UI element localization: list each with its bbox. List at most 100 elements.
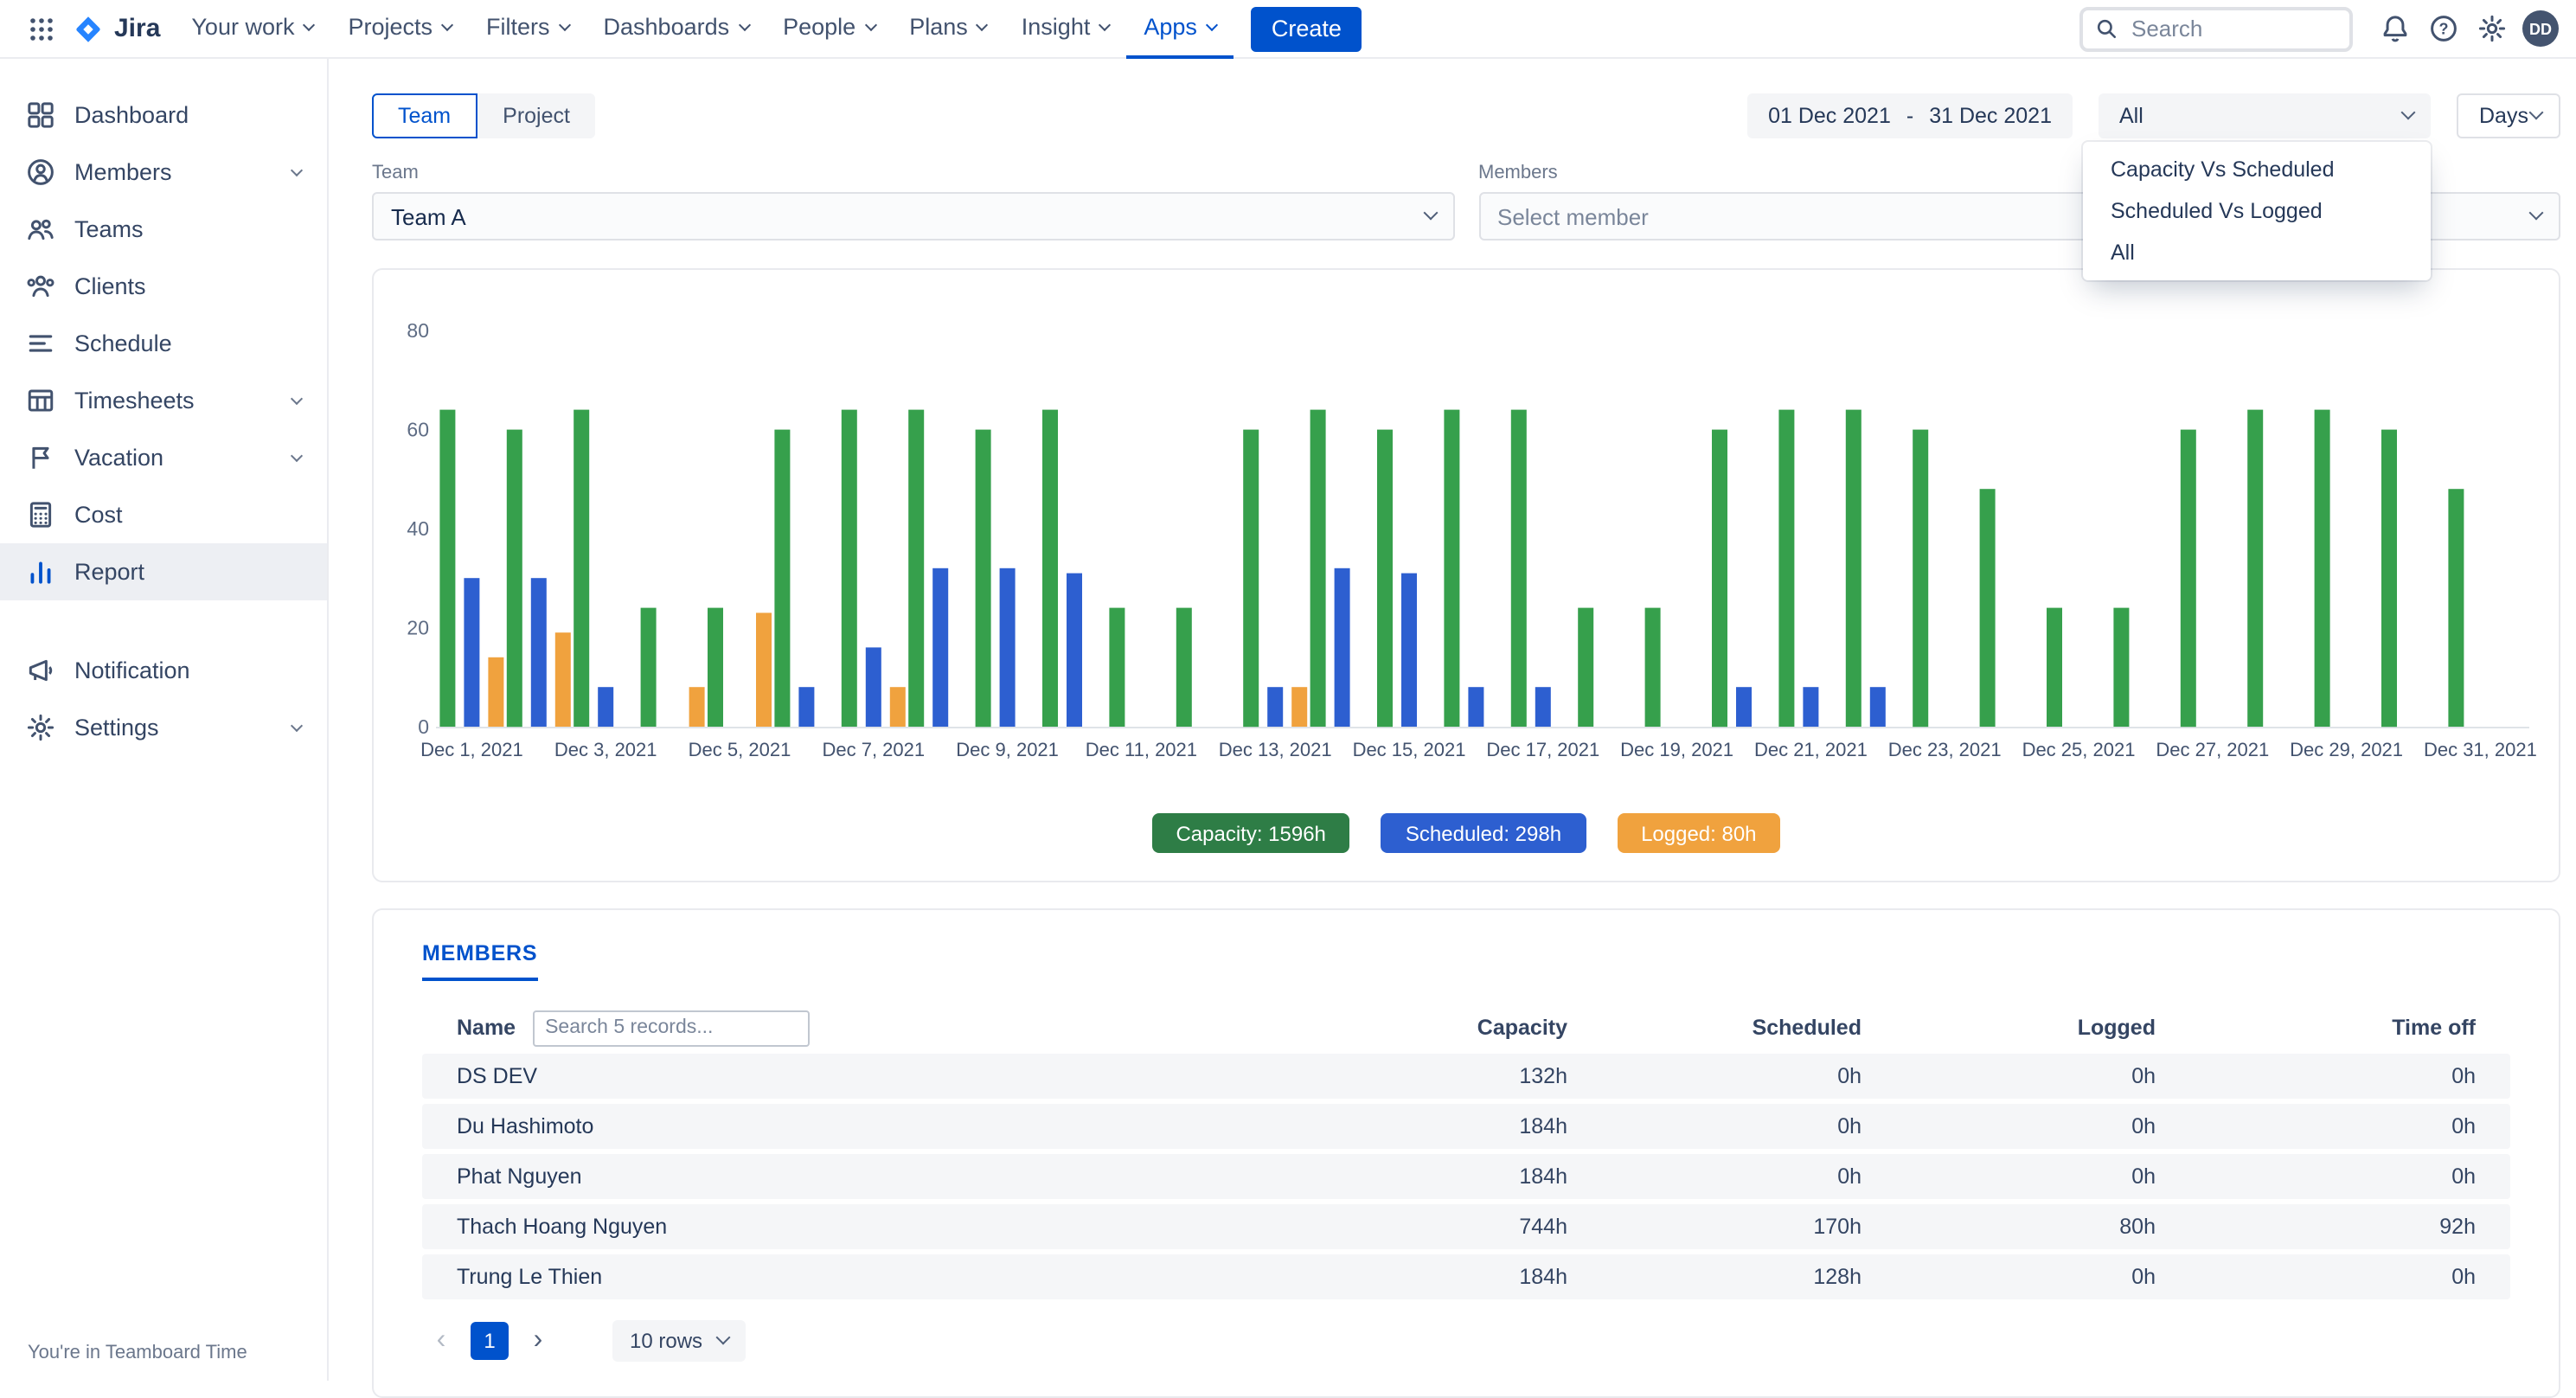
nav-item-people[interactable]: People bbox=[766, 0, 892, 58]
view-toggle: Team Project bbox=[372, 93, 596, 138]
chevron-down-icon bbox=[738, 19, 750, 31]
x-axis-tick-label: Dec 27, 2021 bbox=[2156, 739, 2269, 760]
pagination: ‹ 1 › 10 rows bbox=[422, 1320, 2510, 1362]
metric-select-value: All bbox=[2119, 104, 2143, 128]
nav-item-label: Dashboards bbox=[604, 14, 730, 40]
table-row-ds-dev: DS DEV132h0h0h0h bbox=[422, 1054, 2510, 1099]
jira-logo[interactable]: Jira bbox=[66, 13, 174, 44]
sidebar-item-label: Schedule bbox=[74, 330, 172, 356]
user-avatar[interactable]: DD bbox=[2522, 10, 2559, 47]
next-page-button[interactable]: › bbox=[519, 1322, 557, 1360]
nav-item-apps[interactable]: Apps bbox=[1126, 0, 1234, 58]
cell-time_off: 0h bbox=[2156, 1064, 2476, 1088]
app-switcher-icon[interactable] bbox=[17, 4, 66, 53]
sidebar-item-clients[interactable]: Clients bbox=[0, 258, 327, 315]
sidebar-section-divider bbox=[0, 600, 327, 642]
sidebar-item-members[interactable]: Members bbox=[0, 144, 327, 201]
chevron-down-icon bbox=[441, 19, 453, 31]
cell-logged: 0h bbox=[1862, 1164, 2156, 1189]
metric-select[interactable]: All bbox=[2099, 93, 2431, 138]
dashboard-icon bbox=[26, 100, 55, 130]
bar-capacity-day-9 bbox=[976, 430, 991, 728]
x-axis-tick-label: Dec 3, 2021 bbox=[554, 739, 657, 760]
sidebar-item-schedule[interactable]: Schedule bbox=[0, 315, 327, 372]
top-navigation-bar: Jira Your workProjectsFilters Dashboards P… bbox=[0, 0, 2576, 59]
cell-scheduled: 0h bbox=[1567, 1114, 1862, 1138]
x-axis-tick-label: Dec 15, 2021 bbox=[1353, 739, 1466, 760]
cell-scheduled: 0h bbox=[1567, 1164, 1862, 1189]
x-axis-tick-label: Dec 21, 2021 bbox=[1754, 739, 1868, 760]
controls-row: Team Project 01 Dec 2021 - 31 Dec 2021 A… bbox=[372, 93, 2560, 138]
table-row-phat-nguyen: Phat Nguyen184h0h0h0h bbox=[422, 1154, 2510, 1199]
menu-option-capacity-vs-scheduled[interactable]: Capacity Vs Scheduled bbox=[2083, 149, 2431, 190]
table-search-input[interactable] bbox=[533, 1010, 810, 1046]
bar-capacity-day-6 bbox=[774, 430, 790, 728]
nav-item-filters[interactable]: Filters bbox=[469, 0, 586, 58]
project-view-button[interactable]: Project bbox=[477, 93, 596, 138]
nav-item-your-work[interactable]: Your work bbox=[174, 0, 330, 58]
date-range-start: 01 Dec 2021 bbox=[1768, 104, 1891, 128]
y-axis-tick-label: 40 bbox=[407, 517, 429, 540]
table-body: DS DEV132h0h0h0h Du Hashimoto184h0h0h0h Ph… bbox=[422, 1054, 2510, 1299]
chevron-down-icon bbox=[2529, 206, 2544, 221]
bar-capacity-day-28 bbox=[2247, 410, 2263, 727]
logo-wordmark: Jira bbox=[114, 14, 160, 43]
team-view-button[interactable]: Team bbox=[372, 93, 477, 138]
legend-capacity[interactable]: Capacity: 1596h bbox=[1151, 813, 1349, 853]
y-axis-tick-label: 80 bbox=[407, 319, 429, 342]
sidebar-item-teams[interactable]: Teams bbox=[0, 201, 327, 258]
legend-logged[interactable]: Logged: 80h bbox=[1617, 813, 1780, 853]
team-select[interactable]: Team A bbox=[372, 192, 1454, 240]
bar-capacity-day-8 bbox=[908, 410, 924, 727]
nav-item-insight[interactable]: Insight bbox=[1004, 0, 1127, 58]
notifications-bell-icon[interactable] bbox=[2370, 4, 2419, 53]
date-range-picker[interactable]: 01 Dec 2021 - 31 Dec 2021 bbox=[1747, 93, 2073, 138]
teams-icon bbox=[26, 215, 55, 244]
bar-logged-day-5 bbox=[756, 612, 772, 727]
member-name: Thach Hoang Nguyen bbox=[457, 1215, 1273, 1239]
create-button[interactable]: Create bbox=[1251, 6, 1362, 51]
nav-item-projects[interactable]: Projects bbox=[330, 0, 469, 58]
search-input[interactable] bbox=[2128, 14, 2337, 43]
settings-gear-icon[interactable] bbox=[2467, 4, 2515, 53]
bar-capacity-day-5 bbox=[708, 608, 723, 727]
tab-members[interactable]: MEMBERS bbox=[422, 941, 537, 981]
cell-capacity: 184h bbox=[1273, 1265, 1567, 1289]
bar-capacity-day-15 bbox=[1377, 430, 1393, 728]
help-icon[interactable]: ? bbox=[2419, 4, 2467, 53]
sidebar-item-settings[interactable]: Settings bbox=[0, 699, 327, 756]
y-axis-tick-label: 20 bbox=[407, 617, 429, 639]
bar-capacity-day-16 bbox=[1444, 410, 1459, 727]
bar-scheduled-day-8 bbox=[932, 568, 948, 727]
cell-logged: 0h bbox=[1862, 1064, 2156, 1088]
sidebar-item-label: Timesheets bbox=[74, 388, 195, 414]
clients-icon bbox=[26, 272, 55, 301]
global-search[interactable] bbox=[2079, 6, 2353, 51]
sidebar-item-report[interactable]: Report bbox=[0, 543, 327, 600]
previous-page-button[interactable]: ‹ bbox=[422, 1322, 460, 1360]
menu-option-scheduled-vs-logged[interactable]: Scheduled Vs Logged bbox=[2083, 190, 2431, 232]
table-row-du-hashimoto: Du Hashimoto184h0h0h0h bbox=[422, 1104, 2510, 1149]
sidebar-item-vacation[interactable]: Vacation bbox=[0, 429, 327, 486]
main-content: Team Project 01 Dec 2021 - 31 Dec 2021 A… bbox=[329, 59, 2576, 1381]
page-number-button[interactable]: 1 bbox=[471, 1322, 509, 1360]
cell-logged: 0h bbox=[1862, 1114, 2156, 1138]
sidebar-item-label: Report bbox=[74, 559, 144, 585]
chevron-down-icon bbox=[977, 19, 989, 31]
bar-capacity-day-7 bbox=[842, 410, 857, 727]
rows-per-page-select[interactable]: 10 rows bbox=[612, 1320, 746, 1362]
menu-option-all[interactable]: All bbox=[2083, 232, 2431, 273]
sidebar-item-notification[interactable]: Notification bbox=[0, 642, 327, 699]
sidebar-item-dashboard[interactable]: Dashboard bbox=[0, 87, 327, 144]
chevron-down-icon bbox=[1206, 19, 1218, 31]
column-header-capacity: Capacity bbox=[1273, 1016, 1567, 1040]
nav-item-plans[interactable]: Plans bbox=[892, 0, 1004, 58]
schedule-icon bbox=[26, 329, 55, 358]
x-axis-tick-label: Dec 25, 2021 bbox=[2022, 739, 2136, 760]
nav-item-dashboards[interactable]: Dashboards bbox=[586, 0, 766, 58]
unit-select[interactable]: Days bbox=[2457, 93, 2560, 138]
sidebar-item-cost[interactable]: Cost bbox=[0, 486, 327, 543]
legend-scheduled[interactable]: Scheduled: 298h bbox=[1381, 813, 1586, 853]
sidebar-item-timesheets[interactable]: Timesheets bbox=[0, 372, 327, 429]
member-name: DS DEV bbox=[457, 1064, 1273, 1088]
